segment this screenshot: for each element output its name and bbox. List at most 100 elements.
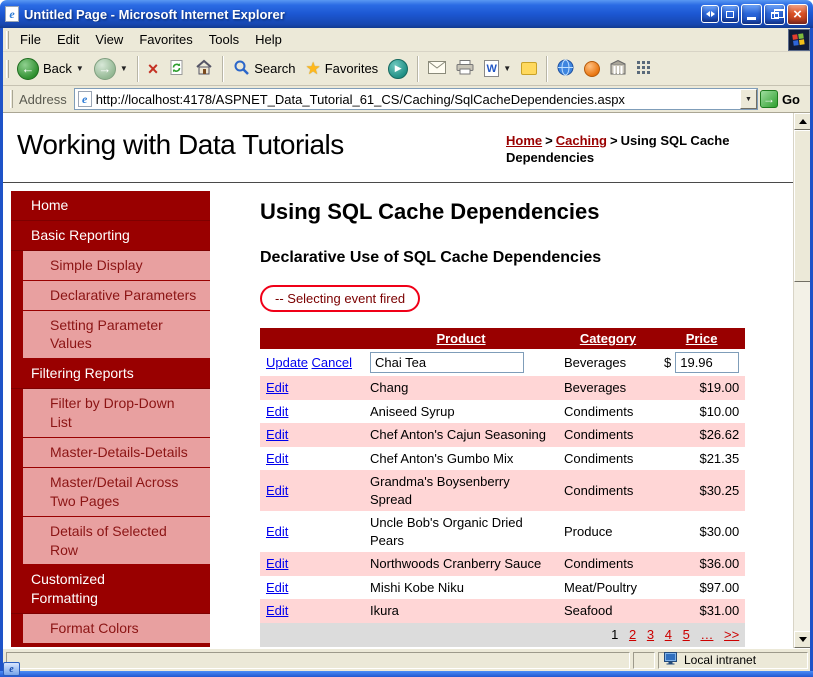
pager-page-2-link[interactable]: 2 xyxy=(629,627,636,642)
status-message-panel xyxy=(6,651,630,669)
edit-link[interactable]: Edit xyxy=(266,483,288,498)
category-cell: Beverages xyxy=(564,354,627,370)
edit-link[interactable]: Edit xyxy=(266,556,288,571)
print-button[interactable] xyxy=(451,54,479,84)
table-row: Edit Aniseed Syrup Condiments $10.00 xyxy=(260,400,745,424)
category-cell: Condiments xyxy=(558,423,658,447)
messenger-button[interactable] xyxy=(579,54,605,84)
stop-button[interactable]: × xyxy=(143,54,164,84)
sidebar-item-master-details-details[interactable]: Master-Details-Details xyxy=(23,438,210,467)
price-input[interactable] xyxy=(675,352,740,373)
toolbar-grip[interactable] xyxy=(6,59,9,78)
edit-with-word-button[interactable]: W ▼ xyxy=(479,54,516,84)
quick-links-button[interactable] xyxy=(631,54,655,84)
menu-view[interactable]: View xyxy=(87,28,131,51)
sidebar-item-customized-formatting[interactable]: Customized Formatting xyxy=(11,565,210,615)
word-dropdown-caret[interactable]: ▼ xyxy=(503,64,511,73)
close-button[interactable] xyxy=(787,3,808,25)
edit-link[interactable]: Edit xyxy=(266,380,288,395)
sidebar-item-master-detail-across-two-pages[interactable]: Master/Detail Across Two Pages xyxy=(23,467,210,516)
edit-link[interactable]: Edit xyxy=(266,404,288,419)
favorites-label: Favorites xyxy=(324,61,379,76)
breadcrumb-link-home[interactable]: Home xyxy=(506,133,542,148)
edit-link[interactable]: Edit xyxy=(266,524,288,539)
update-link[interactable]: Update xyxy=(266,355,308,370)
sort-price-link[interactable]: Price xyxy=(686,331,718,346)
sidebar-item-format-colors[interactable]: Format Colors xyxy=(23,614,210,644)
edit-link[interactable]: Edit xyxy=(266,427,288,442)
cancel-link[interactable]: Cancel xyxy=(312,355,352,370)
menu-tools[interactable]: Tools xyxy=(201,28,247,51)
sidebar-item-filter-by-dropdown-list[interactable]: Filter by Drop-Down List xyxy=(23,389,210,438)
pager-page-4-link[interactable]: 4 xyxy=(665,627,672,642)
breadcrumb-link-caching[interactable]: Caching xyxy=(556,133,607,148)
main-content: Using SQL Cache Dependencies Declarative… xyxy=(210,191,810,647)
scroll-up-button[interactable] xyxy=(794,113,810,130)
product-name-input[interactable] xyxy=(370,352,524,373)
back-dropdown-caret[interactable]: ▼ xyxy=(76,64,84,73)
site-title: Working with Data Tutorials xyxy=(17,129,344,160)
home-button[interactable] xyxy=(190,54,218,84)
sites-button[interactable] xyxy=(605,54,631,84)
status-zone-panel: Local intranet xyxy=(658,651,808,669)
forward-button[interactable]: → ▼ xyxy=(89,54,133,84)
menu-edit[interactable]: Edit xyxy=(49,28,87,51)
titlebar-extra-button-1[interactable] xyxy=(701,5,719,23)
sidebar-item-simple-display[interactable]: Simple Display xyxy=(23,250,210,280)
scrollbar-thumb[interactable] xyxy=(794,130,810,282)
edit-link[interactable]: Edit xyxy=(266,451,288,466)
scroll-down-button[interactable] xyxy=(794,631,810,648)
refresh-button[interactable] xyxy=(163,54,190,84)
window-border-left xyxy=(0,28,3,671)
price-cell: $36.00 xyxy=(658,552,746,576)
restore-button[interactable] xyxy=(764,3,785,25)
minimize-button[interactable] xyxy=(741,3,762,25)
address-input[interactable] xyxy=(95,90,736,108)
pager-ellipsis-link[interactable]: … xyxy=(700,627,713,642)
table-row: Edit Chang Beverages $19.00 xyxy=(260,376,746,400)
media-button[interactable]: ▶ xyxy=(383,54,413,84)
category-cell: Condiments xyxy=(564,450,634,466)
edit-link[interactable]: Edit xyxy=(266,603,288,618)
menu-favorites[interactable]: Favorites xyxy=(131,28,200,51)
address-dropdown-button[interactable]: ▼ xyxy=(739,89,757,109)
go-button[interactable]: → Go xyxy=(758,88,806,110)
titlebar-extra-button-2[interactable] xyxy=(721,5,739,23)
title-bar[interactable]: Untitled Page - Microsoft Internet Explo… xyxy=(0,0,813,28)
mail-icon xyxy=(428,60,447,77)
price-cell: $30.25 xyxy=(658,470,746,512)
pager-next-link[interactable]: >> xyxy=(724,627,739,642)
addressbar-grip[interactable] xyxy=(10,90,13,108)
product-cell: Chef Anton's Gumbo Mix xyxy=(370,450,514,466)
sort-product-link[interactable]: Product xyxy=(436,331,485,346)
favorites-button[interactable]: ★ Favorites xyxy=(300,54,383,84)
sidebar-item-declarative-parameters[interactable]: Declarative Parameters xyxy=(23,280,210,310)
search-button[interactable]: Search xyxy=(228,54,300,84)
menu-help[interactable]: Help xyxy=(247,28,290,51)
taskbar-window-icon[interactable] xyxy=(3,662,20,676)
forward-dropdown-caret[interactable]: ▼ xyxy=(120,64,128,73)
discuss-button[interactable] xyxy=(516,54,542,84)
back-label: Back xyxy=(43,61,72,76)
vertical-scrollbar[interactable] xyxy=(793,113,810,648)
research-button[interactable] xyxy=(552,54,579,84)
category-cell: Meat/Poultry xyxy=(564,579,637,595)
menubar-grip[interactable] xyxy=(6,30,9,49)
table-row: Edit Northwoods Cranberry Sauce Condimen… xyxy=(260,552,746,576)
sidebar-item-details-of-selected-row[interactable]: Details of Selected Row xyxy=(23,516,210,565)
edit-link[interactable]: Edit xyxy=(266,580,288,595)
up-arrow-icon xyxy=(798,119,807,124)
ie-page-icon xyxy=(5,6,19,22)
home-icon xyxy=(195,59,213,78)
address-field[interactable]: ▼ xyxy=(73,88,758,110)
sort-category-link[interactable]: Category xyxy=(580,331,636,346)
sidebar-item-setting-parameter-values[interactable]: Setting Parameter Values xyxy=(23,310,210,359)
mail-button[interactable] xyxy=(423,54,451,84)
back-button[interactable]: ← Back ▼ xyxy=(12,54,89,84)
sidebar-item-filtering-reports[interactable]: Filtering Reports xyxy=(11,359,210,390)
sidebar-item-home[interactable]: Home xyxy=(11,191,210,221)
pager-page-5-link[interactable]: 5 xyxy=(683,627,690,642)
menu-file[interactable]: File xyxy=(12,28,49,51)
pager-page-3-link[interactable]: 3 xyxy=(647,627,654,642)
sidebar-item-basic-reporting[interactable]: Basic Reporting xyxy=(11,221,210,251)
